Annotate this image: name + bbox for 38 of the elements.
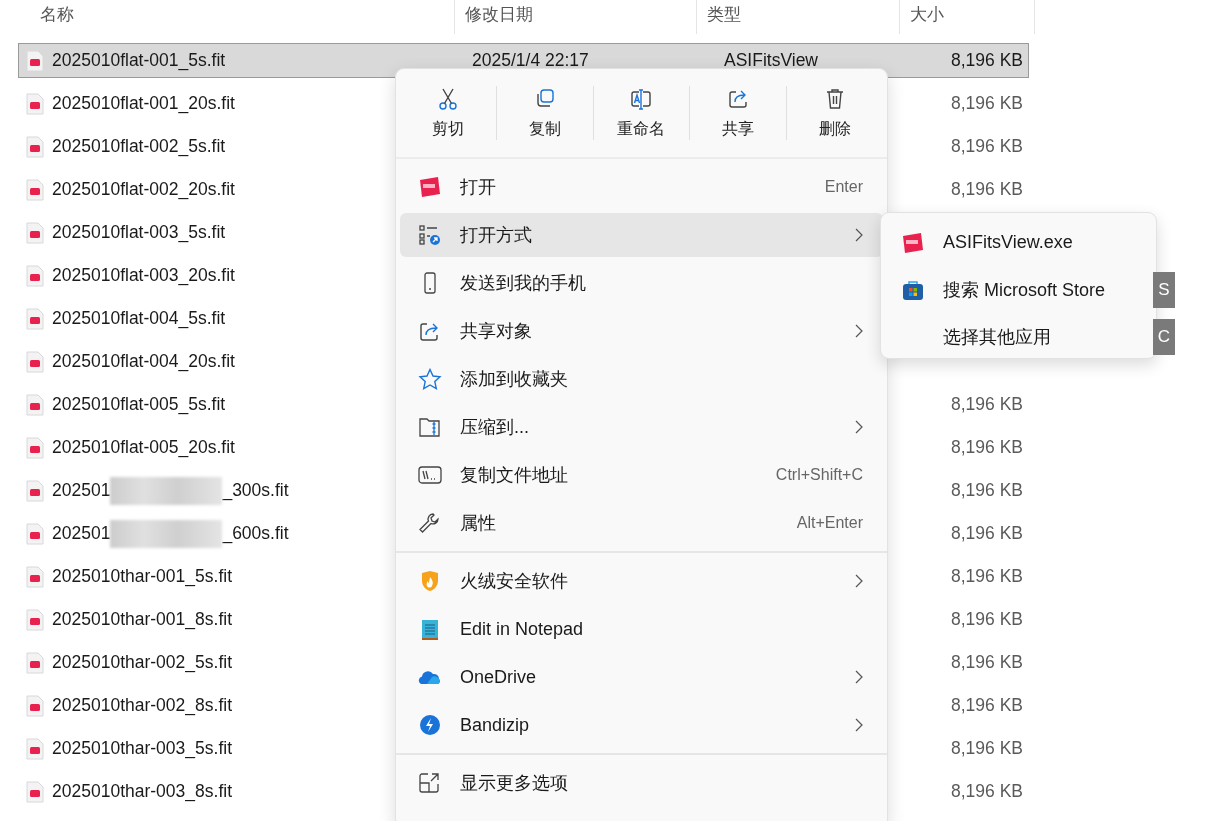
access-key: C bbox=[1153, 319, 1175, 355]
file-name: 2025010thar-002_5s.fit bbox=[52, 652, 232, 673]
file-name: 202501 bbox=[52, 480, 111, 501]
file-name: 2025010flat-003_5s.fit bbox=[52, 222, 226, 243]
size-cell: 8,196 KB bbox=[951, 523, 1023, 543]
file-name: 2025010thar-003_5s.fit bbox=[52, 738, 232, 759]
size-cell: 8,196 KB bbox=[951, 93, 1023, 113]
file-name: 2025010flat-001_5s.fit bbox=[52, 50, 226, 71]
size-cell: 8,196 KB bbox=[951, 781, 1023, 801]
size-cell: 8,196 KB bbox=[951, 394, 1023, 414]
file-name: 2025010flat-005_5s.fit bbox=[52, 394, 226, 415]
file-name: _600s.fit bbox=[222, 523, 289, 544]
file-name: _300s.fit bbox=[222, 480, 289, 501]
size-cell: 8,196 KB bbox=[951, 738, 1023, 758]
file-name: 2025010flat-005_20s.fit bbox=[52, 437, 235, 458]
size-cell: 8,196 KB bbox=[951, 695, 1023, 715]
type-cell: ASIFitsView bbox=[724, 50, 818, 70]
size-cell: 8,196 KB bbox=[951, 136, 1023, 156]
file-name: 2025010thar-001_8s.fit bbox=[52, 609, 232, 630]
size-cell: 8,196 KB bbox=[951, 609, 1023, 629]
file-name: 2025010flat-002_20s.fit bbox=[52, 179, 235, 200]
size-cell: 8,196 KB bbox=[951, 50, 1023, 70]
file-name: 2025010flat-002_5s.fit bbox=[52, 136, 226, 157]
file-name: 2025010thar-003_8s.fit bbox=[52, 781, 232, 802]
date-cell: 2025/1/4 22:17 bbox=[472, 50, 589, 70]
file-name: 2025010flat-004_5s.fit bbox=[52, 308, 226, 329]
file-name: 2025010flat-004_20s.fit bbox=[52, 351, 235, 372]
size-cell: 8,196 KB bbox=[951, 480, 1023, 500]
file-name: 2025010thar-002_8s.fit bbox=[52, 695, 232, 716]
size-cell: 8,196 KB bbox=[951, 179, 1023, 199]
file-name: 202501 bbox=[52, 523, 111, 544]
file-name: 2025010flat-001_20s.fit bbox=[52, 93, 235, 114]
file-name: 2025010thar-001_5s.fit bbox=[52, 566, 232, 587]
size-cell: 8,196 KB bbox=[951, 566, 1023, 586]
file-name: 2025010flat-003_20s.fit bbox=[52, 265, 235, 286]
access-key: S bbox=[1153, 272, 1175, 308]
size-cell: 8,196 KB bbox=[951, 652, 1023, 672]
size-cell: 8,196 KB bbox=[951, 437, 1023, 457]
